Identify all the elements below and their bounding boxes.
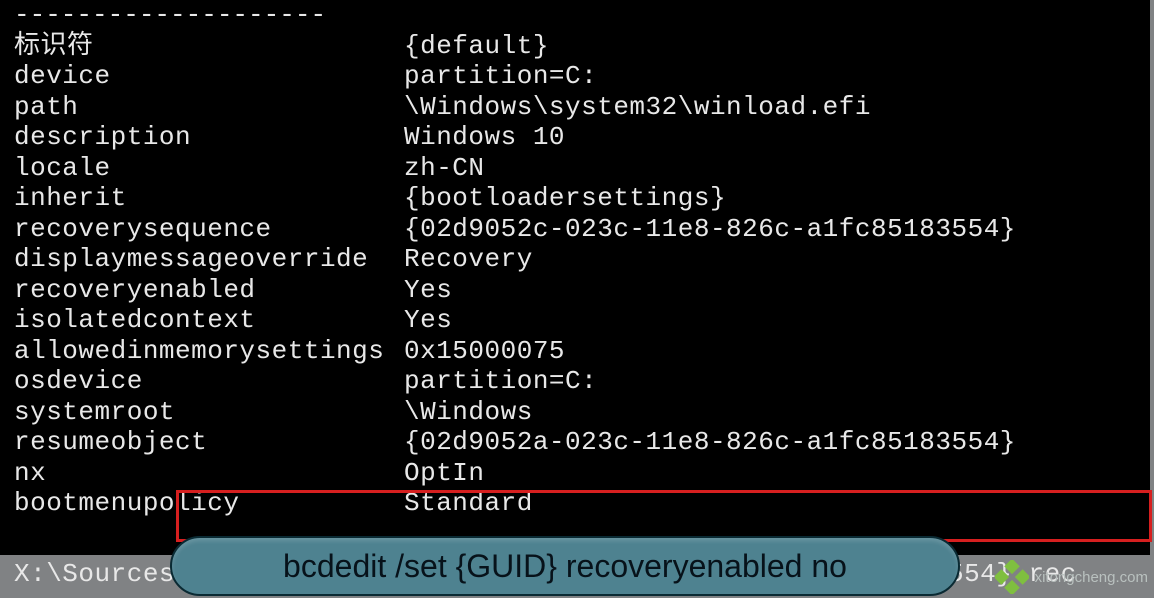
bcd-row-identifier: 标识符{default} xyxy=(14,31,1150,62)
bcd-row-description: descriptionWindows 10 xyxy=(14,122,1150,153)
bcd-key: osdevice xyxy=(14,366,404,397)
watermark-text: xitongcheng.com xyxy=(1035,569,1148,586)
bcd-key: locale xyxy=(14,153,404,184)
bcd-val: zh-CN xyxy=(404,153,485,184)
bcd-key: systemroot xyxy=(14,397,404,428)
bcd-row-resumeobject: resumeobject{02d9052a-023c-11e8-826c-a1f… xyxy=(14,427,1150,458)
bcd-key: bootmenupolicy xyxy=(14,488,404,519)
bcd-val: Standard xyxy=(404,488,533,519)
bcd-val: {bootloadersettings} xyxy=(404,183,726,214)
bcd-row-bootmenupolicy: bootmenupolicyStandard xyxy=(14,488,1150,519)
bcd-row-locale: localezh-CN xyxy=(14,153,1150,184)
bcd-val: \Windows\system32\winload.efi xyxy=(404,92,871,123)
bcd-row-inherit: inherit{bootloadersettings} xyxy=(14,183,1150,214)
bcd-row-isolatedcontext: isolatedcontextYes xyxy=(14,305,1150,336)
bcd-val: Recovery xyxy=(404,244,533,275)
bcd-key: allowedinmemorysettings xyxy=(14,336,404,367)
bcd-val: {02d9052a-023c-11e8-826c-a1fc85183554} xyxy=(404,427,1016,458)
bcd-key: displaymessageoverride xyxy=(14,244,404,275)
bcd-row-device: devicepartition=C: xyxy=(14,61,1150,92)
bcd-key: nx xyxy=(14,458,404,489)
bcd-val: Yes xyxy=(404,305,452,336)
bcd-row-osdevice: osdevicepartition=C: xyxy=(14,366,1150,397)
bcd-val: 0x15000075 xyxy=(404,336,565,367)
bcd-key: path xyxy=(14,92,404,123)
bcd-key: device xyxy=(14,61,404,92)
bcd-row-nx: nxOptIn xyxy=(14,458,1150,489)
bcd-val: partition=C: xyxy=(404,61,597,92)
bcd-key: description xyxy=(14,122,404,153)
bcd-key: isolatedcontext xyxy=(14,305,404,336)
tooltip-text: bcdedit /set {GUID} recoveryenabled no xyxy=(283,548,847,584)
bcd-row-recoveryenabled: recoveryenabledYes xyxy=(14,275,1150,306)
instruction-tooltip: bcdedit /set {GUID} recoveryenabled no xyxy=(170,536,960,596)
bcd-val: OptIn xyxy=(404,458,485,489)
bcd-val: \Windows xyxy=(404,397,533,428)
bcd-row-recoverysequence: recoverysequence{02d9052c-023c-11e8-826c… xyxy=(14,214,1150,245)
command-prompt-window[interactable]: -------------------- 标识符{default}devicep… xyxy=(0,0,1150,555)
diamond-icon xyxy=(995,560,1029,594)
screenshot-root: -------------------- 标识符{default}devicep… xyxy=(0,0,1154,598)
bcd-row-systemroot: systemroot\Windows xyxy=(14,397,1150,428)
bcd-val: Yes xyxy=(404,275,452,306)
bcd-key: resumeobject xyxy=(14,427,404,458)
bcd-val: Windows 10 xyxy=(404,122,565,153)
bcd-val: {02d9052c-023c-11e8-826c-a1fc85183554} xyxy=(404,214,1016,245)
divider-dashes: -------------------- xyxy=(14,0,326,30)
bcd-val: {default} xyxy=(404,31,549,62)
bcd-key: recoverysequence xyxy=(14,214,404,245)
watermark: xitongcheng.com xyxy=(995,560,1148,594)
bcd-row-displaymessageoverride: displaymessageoverrideRecovery xyxy=(14,244,1150,275)
bcd-val: partition=C: xyxy=(404,366,597,397)
bcd-key: recoveryenabled xyxy=(14,275,404,306)
prompt: X:\Sources> xyxy=(14,559,191,589)
bcd-key: inherit xyxy=(14,183,404,214)
bcd-row-path: path\Windows\system32\winload.efi xyxy=(14,92,1150,123)
bcd-key: 标识符 xyxy=(14,31,404,62)
bcd-row-allowedinmemorysettings: allowedinmemorysettings0x15000075 xyxy=(14,336,1150,367)
